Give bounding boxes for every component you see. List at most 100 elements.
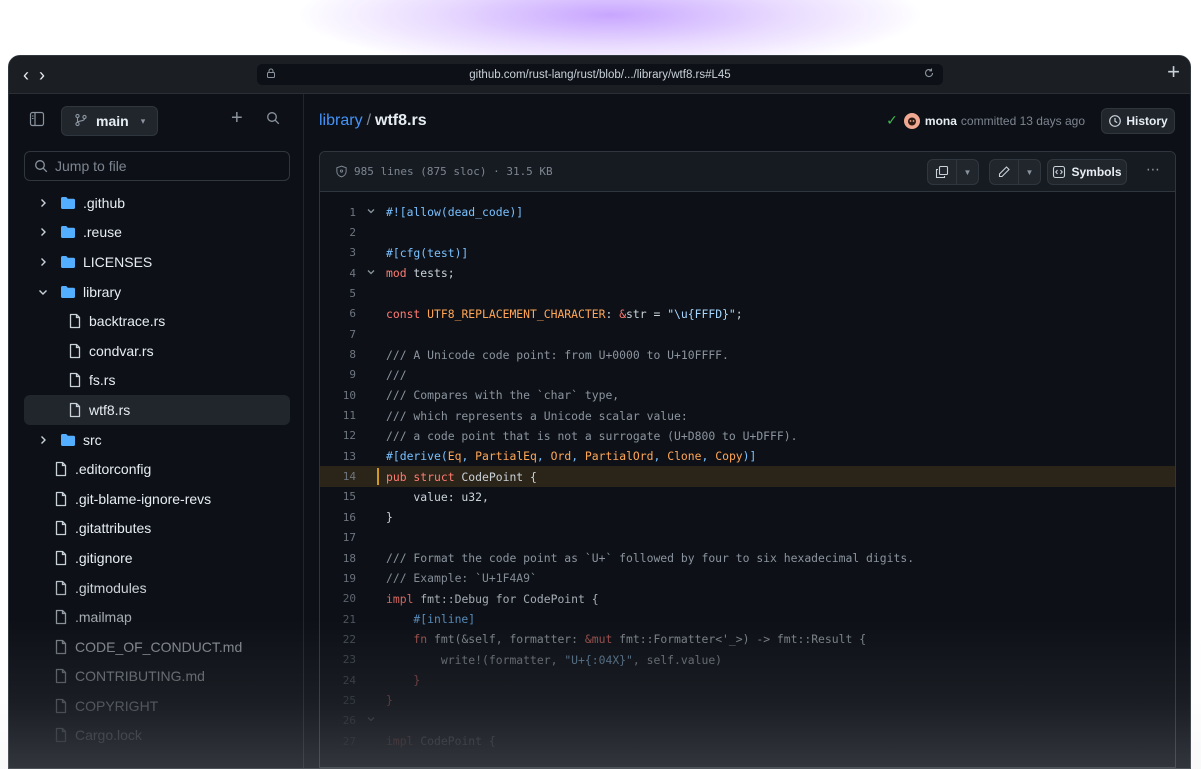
search-icon[interactable] — [266, 111, 280, 130]
folder-item[interactable]: .github — [24, 188, 290, 218]
line-number[interactable]: 1 — [320, 206, 356, 219]
file-item[interactable]: .gitmodules — [24, 573, 290, 603]
new-tab-icon[interactable]: + — [1167, 61, 1180, 83]
line-number[interactable]: 6 — [320, 307, 356, 320]
file-item[interactable]: .git-blame-ignore-revs — [24, 484, 290, 514]
line-number[interactable]: 13 — [320, 450, 356, 463]
folder-item[interactable]: src — [24, 425, 290, 455]
fold-chevron-icon[interactable] — [356, 206, 386, 219]
file-item[interactable]: .editorconfig — [24, 454, 290, 484]
edit-button[interactable] — [989, 159, 1019, 185]
code-token: const — [386, 306, 421, 321]
file-item[interactable]: CONTRIBUTING.md — [24, 662, 290, 692]
code-text: fn fmt(&self, formatter: &mut fmt::Forma… — [386, 632, 866, 646]
history-icon — [1109, 115, 1122, 127]
tree-item-label: .gitmodules — [75, 579, 147, 596]
line-number[interactable]: 5 — [320, 287, 356, 300]
fold-chevron-icon[interactable] — [356, 714, 386, 727]
code-text: pub struct CodePoint { — [386, 470, 537, 484]
code-line: 22 fn fmt(&self, formatter: &mut fmt::Fo… — [320, 629, 1175, 649]
file-item[interactable]: backtrace.rs — [24, 306, 290, 336]
file-icon — [54, 550, 68, 566]
tree-item-label: .mailmap — [75, 609, 132, 626]
line-number[interactable]: 4 — [320, 267, 356, 280]
line-number[interactable]: 20 — [320, 592, 356, 605]
jump-to-file-input[interactable]: Jump to file — [24, 151, 290, 181]
branch-selector[interactable]: main ▾ — [61, 106, 158, 136]
line-number[interactable]: 12 — [320, 429, 356, 442]
line-number[interactable]: 10 — [320, 389, 356, 402]
history-button[interactable]: History — [1101, 108, 1175, 134]
file-icon — [54, 668, 68, 684]
shield-icon — [336, 165, 347, 178]
line-number[interactable]: 22 — [320, 633, 356, 646]
line-number[interactable]: 23 — [320, 653, 356, 666]
code-line: 11 /// which represents a Unicode scalar … — [320, 405, 1175, 425]
file-item[interactable]: .gitignore — [24, 543, 290, 573]
copy-dropdown-button[interactable]: ▼ — [957, 159, 979, 185]
fold-chevron-icon[interactable] — [356, 267, 386, 280]
back-icon[interactable]: ‹ — [23, 66, 29, 84]
address-bar[interactable]: github.com/rust-lang/rust/blob/.../libra… — [257, 64, 943, 85]
code-token: , — [571, 449, 585, 464]
file-item[interactable]: fs.rs — [24, 366, 290, 396]
symbols-button[interactable]: Symbols — [1047, 159, 1127, 185]
file-icon — [54, 520, 68, 536]
code-token: , — [536, 449, 551, 464]
collapse-sidebar-icon[interactable] — [29, 111, 47, 129]
line-number[interactable]: 24 — [320, 674, 356, 687]
line-number[interactable]: 25 — [320, 694, 356, 707]
line-number[interactable]: 8 — [320, 348, 356, 361]
chevron-right-icon — [36, 434, 50, 446]
tree-item-label: .gitattributes — [75, 520, 152, 537]
chevron-down-icon: ▼ — [963, 167, 972, 177]
code-token: str = — [626, 306, 668, 321]
folder-item[interactable]: LICENSES — [24, 247, 290, 277]
more-options-icon[interactable]: ⋯ — [1146, 161, 1161, 178]
reload-icon[interactable] — [923, 67, 935, 82]
line-number[interactable]: 26 — [320, 714, 356, 727]
browser-window: ‹ › github.com/rust-lang/rust/blob/.../l… — [8, 55, 1191, 769]
chevron-down-icon: ▼ — [1025, 167, 1034, 177]
file-item[interactable]: .mailmap — [24, 602, 290, 632]
add-file-icon[interactable]: + — [231, 108, 243, 128]
folder-item[interactable]: .reuse — [24, 218, 290, 248]
code-token: CodePoint { — [454, 469, 537, 484]
line-number[interactable]: 18 — [320, 552, 356, 565]
line-number[interactable]: 27 — [320, 735, 356, 748]
line-number[interactable]: 21 — [320, 613, 356, 626]
chevron-right-icon — [36, 197, 50, 209]
breadcrumb: library / wtf8.rs — [319, 112, 427, 130]
avatar[interactable] — [903, 112, 920, 129]
line-number[interactable]: 9 — [320, 368, 356, 381]
history-label: History — [1126, 114, 1168, 128]
breadcrumb-separator: / — [366, 112, 372, 129]
line-number[interactable]: 14 — [320, 470, 356, 483]
line-number[interactable]: 17 — [320, 531, 356, 544]
copy-button[interactable] — [927, 159, 957, 185]
forward-icon[interactable]: › — [39, 66, 45, 84]
check-icon: ✓ — [886, 112, 898, 128]
file-icon — [68, 343, 82, 359]
file-item[interactable]: COPYRIGHT — [24, 691, 290, 721]
line-number[interactable]: 2 — [320, 226, 356, 239]
line-number[interactable]: 16 — [320, 511, 356, 524]
code-text: /// Compares with the `char` type, — [386, 388, 619, 402]
file-item[interactable]: condvar.rs — [24, 336, 290, 366]
code-token: PartialOrd — [584, 449, 654, 464]
line-number[interactable]: 19 — [320, 572, 356, 585]
breadcrumb-dir-link[interactable]: library — [319, 112, 363, 129]
line-number[interactable]: 3 — [320, 246, 356, 259]
line-number[interactable]: 15 — [320, 490, 356, 503]
file-item[interactable]: wtf8.rs — [24, 395, 290, 425]
line-number[interactable]: 7 — [320, 328, 356, 341]
commit-author[interactable]: mona — [925, 114, 957, 128]
line-number[interactable]: 11 — [320, 409, 356, 422]
folder-item[interactable]: library — [24, 277, 290, 307]
file-item[interactable]: Cargo.lock — [24, 721, 290, 751]
code-token: tests; — [406, 266, 455, 281]
file-item[interactable]: CODE_OF_CONDUCT.md — [24, 632, 290, 662]
file-item[interactable]: .gitattributes — [24, 514, 290, 544]
chevron-down-icon: ▾ — [140, 115, 146, 126]
edit-dropdown-button[interactable]: ▼ — [1019, 159, 1041, 185]
